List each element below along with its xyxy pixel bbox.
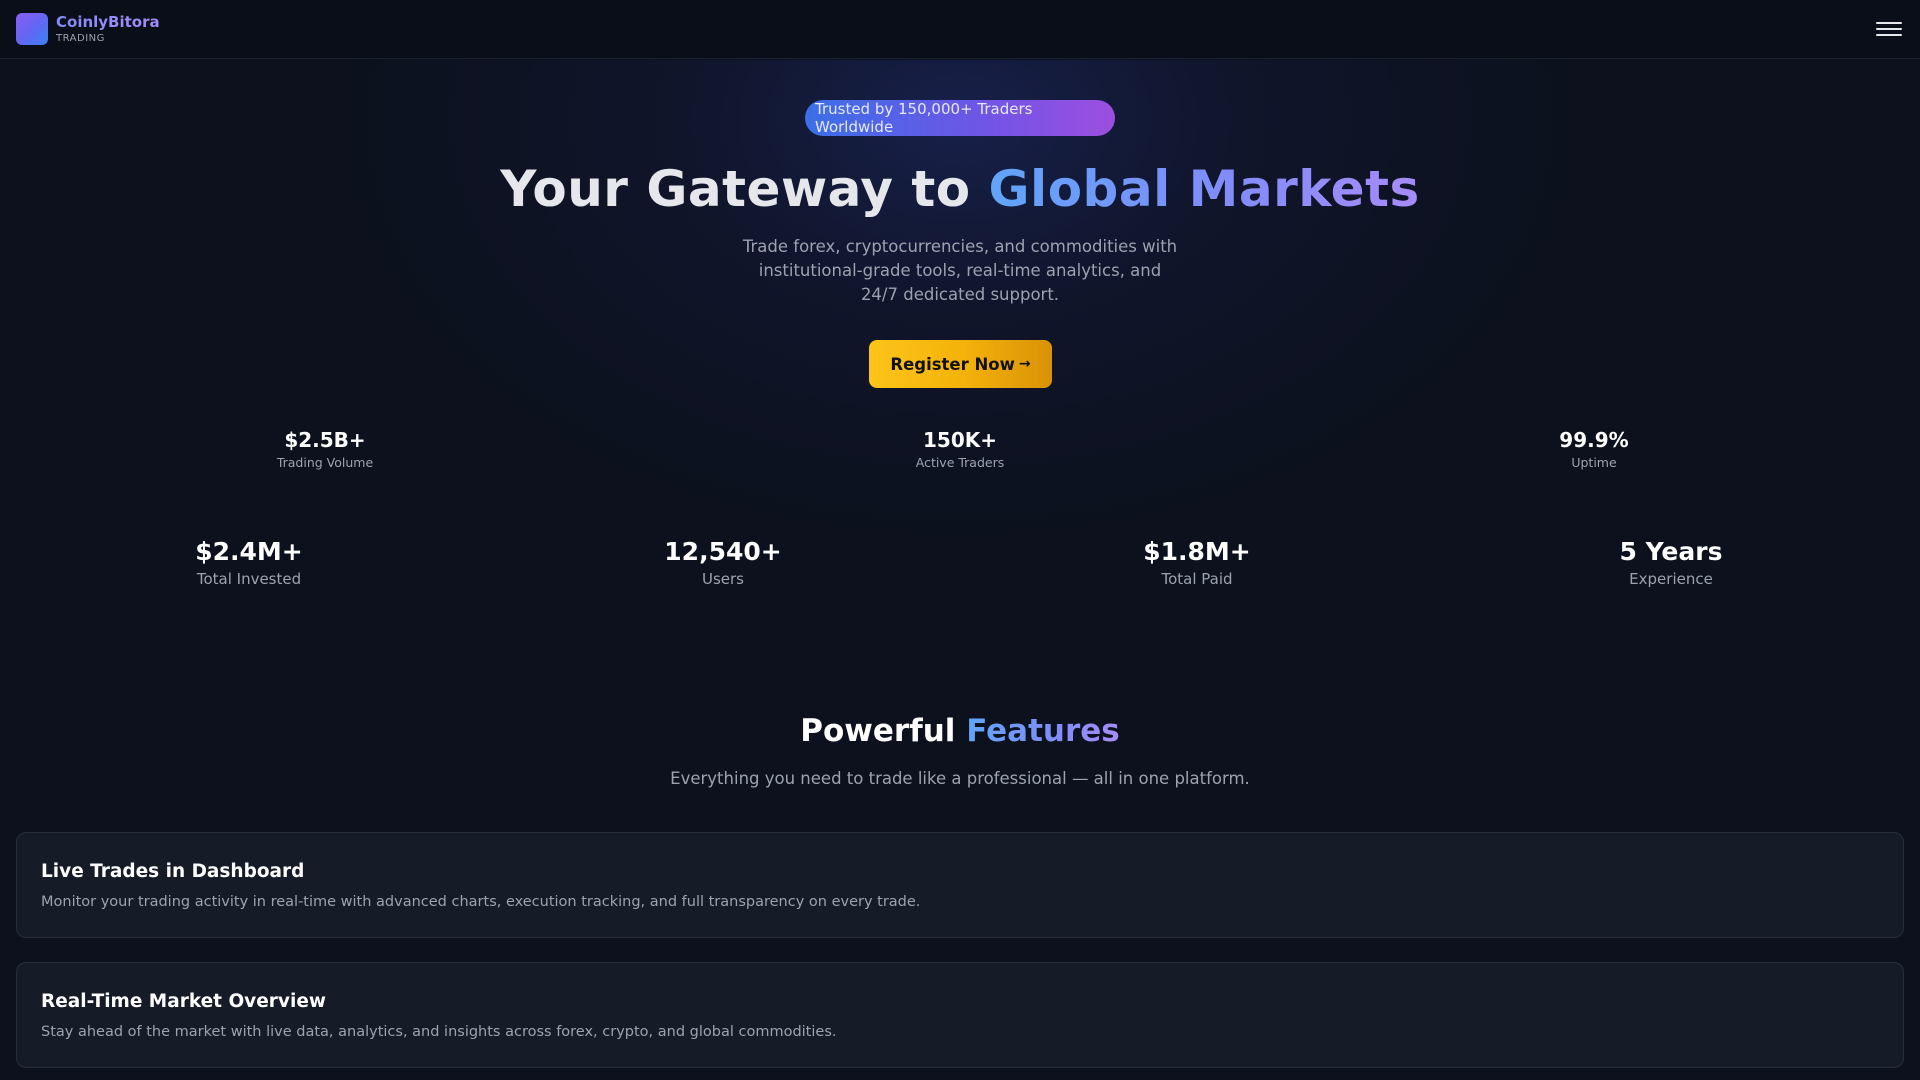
stat-total-paid: $1.8M+ Total Paid xyxy=(1047,537,1347,588)
menu-line xyxy=(1876,22,1902,24)
hero-title: Your Gateway to Global Markets xyxy=(0,160,1920,218)
features-title: Powerful Features xyxy=(0,713,1920,749)
register-now-button[interactable]: Register Now → xyxy=(869,340,1052,388)
feature-card-live-trades[interactable]: Live Trades in Dashboard Monitor your tr… xyxy=(16,832,1904,938)
hero-stat-label: Trading Volume xyxy=(276,455,374,470)
hamburger-menu-icon[interactable] xyxy=(1876,19,1902,39)
brand[interactable]: CoinlyBitora TRADING xyxy=(16,13,160,45)
hero-title-accent: Global Markets xyxy=(988,160,1420,218)
brand-name: CoinlyBitora xyxy=(56,13,160,32)
stat-value: $1.8M+ xyxy=(1143,537,1251,566)
features-title-plain: Powerful xyxy=(800,713,967,749)
stat-total-invested: $2.4M+ Total Invested xyxy=(99,537,399,588)
brand-logo-icon xyxy=(16,13,48,45)
hero-stat-value: 99.9% xyxy=(1559,428,1629,452)
hero-stat-active-traders: 150K+ Active Traders xyxy=(860,428,1060,470)
hero-title-plain: Your Gateway to xyxy=(500,160,989,218)
arrow-right-icon: → xyxy=(1018,356,1031,372)
feature-card-market-overview[interactable]: Real-Time Market Overview Stay ahead of … xyxy=(16,962,1904,1068)
menu-line xyxy=(1876,28,1902,30)
hero-subtitle: Trade forex, cryptocurrencies, and commo… xyxy=(742,237,1178,304)
stat-label: Users xyxy=(701,570,744,588)
stat-value: 12,540+ xyxy=(664,537,782,566)
register-now-label: Register Now xyxy=(890,354,1015,374)
hero-stat-value: $2.5B+ xyxy=(284,428,366,452)
stat-label: Total Invested xyxy=(196,570,302,588)
stat-experience: 5 Years Experience xyxy=(1521,537,1821,588)
menu-line xyxy=(1876,34,1902,36)
feature-card-title: Real-Time Market Overview xyxy=(41,991,326,1012)
hero-section: Trusted by 150,000+ Traders Worldwide Yo… xyxy=(0,60,1920,535)
hero-stat-uptime: 99.9% Uptime xyxy=(1494,428,1694,470)
stat-label: Total Paid xyxy=(1161,570,1233,588)
hero-stat-value: 150K+ xyxy=(922,428,997,452)
brand-text: CoinlyBitora TRADING xyxy=(56,14,160,44)
features-title-accent: Features xyxy=(966,713,1120,749)
hero-stat-label: Uptime xyxy=(1571,455,1617,470)
landing-page: CoinlyBitora TRADING Trusted by 150,000+… xyxy=(0,0,1920,1080)
trust-badge: Trusted by 150,000+ Traders Worldwide xyxy=(805,100,1115,136)
hero-stat-label: Active Traders xyxy=(915,455,1005,470)
brand-subtitle: TRADING xyxy=(56,32,105,44)
feature-card-title: Live Trades in Dashboard xyxy=(41,861,305,882)
feature-card-description: Stay ahead of the market with live data,… xyxy=(41,1024,837,1040)
top-header: CoinlyBitora TRADING xyxy=(0,0,1920,59)
feature-card-description: Monitor your trading activity in real-ti… xyxy=(41,894,921,910)
stat-label: Experience xyxy=(1629,570,1713,588)
hero-stat-trading-volume: $2.5B+ Trading Volume xyxy=(225,428,425,470)
stat-value: 5 Years xyxy=(1619,537,1723,566)
stat-users: 12,540+ Users xyxy=(573,537,873,588)
features-subtitle: Everything you need to trade like a prof… xyxy=(670,769,1250,788)
stat-value: $2.4M+ xyxy=(195,537,303,566)
